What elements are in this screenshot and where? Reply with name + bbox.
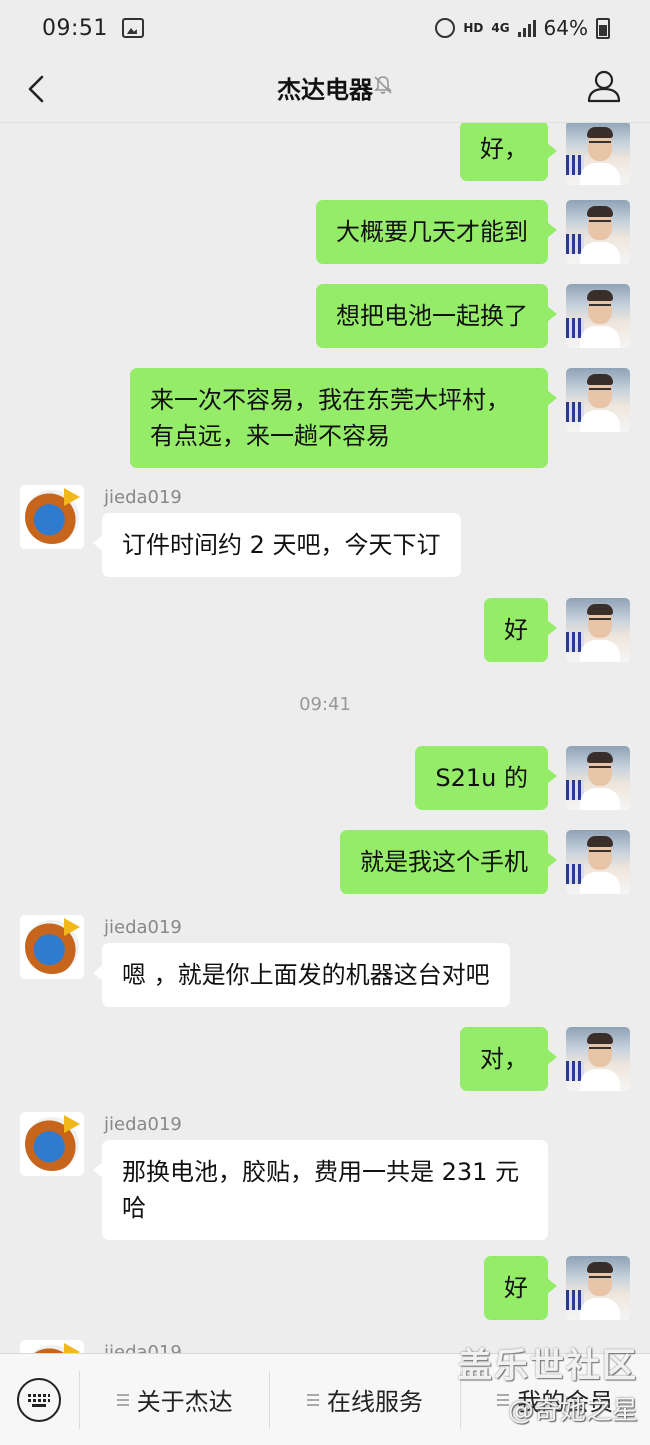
message-bubble-outgoing[interactable]: 好: [484, 1256, 557, 1320]
message-list[interactable]: 好， 大概要几天才能到 想把电池一起换了 来一次不容易，我在东莞大坪村，有点远，…: [0, 123, 650, 1353]
status-indicators: HD 4G 64%: [435, 16, 610, 40]
chat-header: 杰达电器: [0, 56, 650, 123]
message-bubble-outgoing[interactable]: 来一次不容易，我在东莞大坪村，有点远，来一趟不容易: [130, 368, 557, 468]
message-bubble-outgoing[interactable]: 好: [484, 598, 557, 662]
sender-name: jieda019: [104, 1342, 182, 1353]
official-account-menu: 关于杰达 在线服务 我的会员: [0, 1353, 650, 1445]
message-bubble-outgoing[interactable]: S21u 的: [415, 746, 557, 810]
my-avatar[interactable]: [566, 200, 630, 264]
gallery-notification-icon: [121, 18, 144, 38]
contact-avatar[interactable]: [20, 915, 84, 979]
chat-title[interactable]: 杰达电器: [0, 70, 650, 105]
menu-list-icon: [116, 1393, 129, 1406]
battery-percent: 64%: [543, 16, 588, 40]
status-time: 09:51: [42, 15, 108, 41]
contact-avatar[interactable]: [20, 485, 84, 549]
sender-name: jieda019: [104, 1114, 182, 1135]
my-avatar[interactable]: [566, 598, 630, 662]
message-bubble-incoming[interactable]: 订件时间约 2 天吧，今天下订: [93, 513, 461, 577]
menu-item-online-service[interactable]: 在线服务: [270, 1354, 459, 1445]
message-bubble-outgoing[interactable]: 大概要几天才能到: [316, 200, 557, 264]
message-bubble-outgoing[interactable]: 想把电池一起换了: [316, 284, 557, 348]
message-timestamp: 09:41: [299, 694, 351, 715]
my-avatar[interactable]: [566, 1027, 630, 1091]
my-avatar[interactable]: [566, 1256, 630, 1320]
menu-item-label: 关于杰达: [136, 1388, 233, 1416]
menu-item-label: 我的会员: [517, 1388, 614, 1416]
contact-avatar[interactable]: [20, 1112, 84, 1176]
network-type-indicator: 4G: [491, 21, 510, 35]
my-avatar[interactable]: [566, 746, 630, 810]
sender-name: jieda019: [104, 917, 182, 938]
message-bubble-outgoing[interactable]: 好，: [460, 123, 557, 181]
status-bar: 09:51 HD 4G 64%: [0, 0, 650, 56]
menu-item-membership[interactable]: 我的会员: [461, 1354, 650, 1445]
alarm-icon: [435, 18, 456, 38]
keyboard-toggle-button[interactable]: [17, 1377, 61, 1422]
signal-strength-icon: [517, 19, 536, 37]
menu-list-icon: [306, 1393, 319, 1406]
my-avatar[interactable]: [566, 830, 630, 894]
my-avatar[interactable]: [566, 368, 630, 432]
message-bubble-outgoing[interactable]: 对，: [460, 1027, 557, 1091]
my-avatar[interactable]: [566, 284, 630, 348]
contact-avatar[interactable]: [20, 1340, 84, 1353]
menu-item-about[interactable]: 关于杰达: [80, 1354, 269, 1445]
battery-icon: [596, 17, 610, 39]
keyboard-icon: [28, 1393, 50, 1407]
message-bubble-incoming[interactable]: 嗯 ，就是你上面发的机器这台对吧: [93, 943, 510, 1007]
my-avatar[interactable]: [566, 123, 630, 185]
menu-item-label: 在线服务: [326, 1388, 423, 1416]
hd-indicator: HD: [463, 21, 484, 35]
bell-muted-icon: [374, 76, 392, 94]
menu-list-icon: [497, 1393, 510, 1406]
message-bubble-outgoing[interactable]: 就是我这个手机: [340, 830, 557, 894]
sender-name: jieda019: [104, 487, 182, 508]
contact-profile-icon[interactable]: [586, 68, 622, 104]
message-bubble-incoming[interactable]: 那换电池，胶贴，费用一共是 231 元哈: [93, 1140, 548, 1240]
